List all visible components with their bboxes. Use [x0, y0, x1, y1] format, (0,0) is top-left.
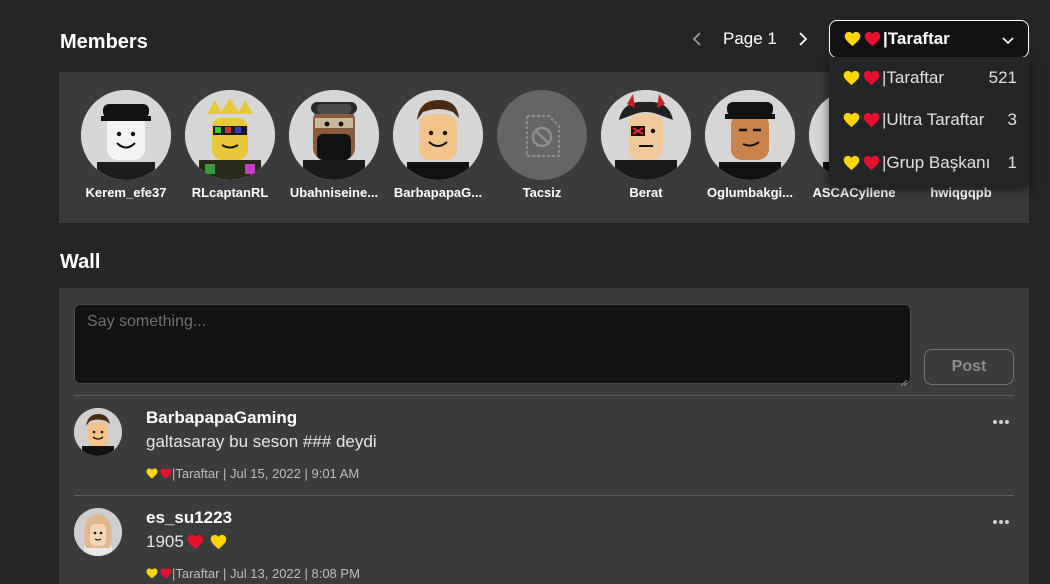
rank-option-label: |Taraftar [882, 68, 945, 87]
wall-post: es_su1223 1905 |Taraftar | Jul 13, 2022 … [74, 496, 1014, 584]
post-body: galtasaray bu seson ### deydi [146, 432, 377, 452]
rank-option-label: |Ultra Taraftar [882, 110, 985, 129]
member-card[interactable]: Tacsiz [490, 90, 594, 200]
yellow-heart-icon [146, 568, 158, 579]
member-avatar [393, 90, 483, 180]
member-name: Berat [629, 185, 663, 200]
rank-select[interactable]: |Taraftar [829, 20, 1029, 58]
post-meta: |Taraftar | Jul 13, 2022 | 8:08 PM [146, 566, 360, 581]
next-page-icon[interactable] [794, 28, 812, 50]
member-avatar [185, 90, 275, 180]
rank-option-ultra-taraftar[interactable]: |Ultra Taraftar 3 [829, 99, 1029, 141]
post-author-name[interactable]: es_su1223 [146, 508, 232, 528]
rank-option-label: |Grup Başkanı [882, 153, 991, 172]
rank-option-count: 3 [1007, 110, 1017, 129]
members-title: Members [60, 31, 148, 53]
rank-option-grup-baskani[interactable]: |Grup Başkanı 1 [829, 142, 1029, 184]
post-text: galtasaray bu seson ### deydi [146, 432, 377, 451]
post-text: 1905 [146, 532, 184, 551]
more-options-icon[interactable] [992, 412, 1010, 430]
member-avatar [705, 90, 795, 180]
yellow-heart-icon [843, 155, 860, 171]
red-heart-icon [187, 534, 204, 550]
post-author-avatar[interactable] [74, 408, 122, 456]
rank-option-taraftar[interactable]: |Taraftar 521 [829, 57, 1029, 99]
chevron-down-icon [1002, 33, 1014, 51]
member-name: Ubahniseine... [289, 185, 379, 200]
page-label: Page 1 [723, 29, 777, 48]
member-card[interactable]: RLcaptanRL [178, 90, 282, 200]
pager: Page 1 [688, 26, 812, 52]
post-button[interactable]: Post [924, 349, 1014, 385]
post-meta-text: |Taraftar | Jul 13, 2022 | 8:08 PM [172, 566, 360, 581]
member-name: Oglumbakgi... [707, 185, 793, 200]
post-meta: |Taraftar | Jul 15, 2022 | 9:01 AM [146, 466, 359, 481]
member-card[interactable]: Berat [594, 90, 698, 200]
yellow-heart-icon [210, 534, 227, 550]
member-card[interactable]: Oglumbakgi... [698, 90, 802, 200]
post-body: 1905 [146, 532, 227, 552]
prev-page-icon[interactable] [688, 28, 706, 50]
member-avatar [81, 90, 171, 180]
red-heart-icon [863, 155, 880, 171]
member-avatar [289, 90, 379, 180]
member-avatar [497, 90, 587, 180]
wall-post: BarbapapaGaming galtasaray bu seson ### … [74, 396, 1014, 494]
member-name: hwiqgqpb [930, 185, 992, 200]
red-heart-icon [160, 468, 172, 479]
member-avatar [601, 90, 691, 180]
yellow-heart-icon [843, 112, 860, 128]
red-heart-icon [864, 31, 881, 47]
resize-grip-icon[interactable] [900, 374, 908, 392]
member-name: Tacsiz [522, 185, 562, 200]
rank-option-count: 1 [1007, 153, 1017, 172]
wall-title: Wall [60, 251, 101, 273]
rank-select-value: |Taraftar [883, 29, 950, 48]
red-heart-icon [160, 568, 172, 579]
rank-dropdown-menu: |Taraftar 521 |Ultra Taraftar 3 |Grup Ba… [829, 57, 1029, 185]
member-card[interactable]: Kerem_efe37 [74, 90, 178, 200]
member-name: ASCACyllene [812, 185, 896, 200]
yellow-heart-icon [844, 31, 861, 47]
member-name: RLcaptanRL [191, 185, 269, 200]
member-name: Kerem_efe37 [85, 185, 167, 200]
wall-post-input[interactable] [74, 304, 911, 384]
wall-panel: Post BarbapapaGaming galtasaray bu seson… [59, 288, 1029, 584]
image-unavailable-icon [526, 115, 560, 157]
red-heart-icon [863, 112, 880, 128]
post-author-name[interactable]: BarbapapaGaming [146, 408, 297, 428]
member-card[interactable]: BarbapapaG... [386, 90, 490, 200]
red-heart-icon [863, 70, 880, 86]
member-name: BarbapapaG... [393, 185, 483, 200]
post-meta-text: |Taraftar | Jul 15, 2022 | 9:01 AM [172, 466, 360, 481]
yellow-heart-icon [843, 70, 860, 86]
yellow-heart-icon [146, 468, 158, 479]
rank-option-count: 521 [988, 68, 1017, 87]
more-options-icon[interactable] [992, 512, 1010, 530]
member-card[interactable]: Ubahniseine... [282, 90, 386, 200]
post-author-avatar[interactable] [74, 508, 122, 556]
